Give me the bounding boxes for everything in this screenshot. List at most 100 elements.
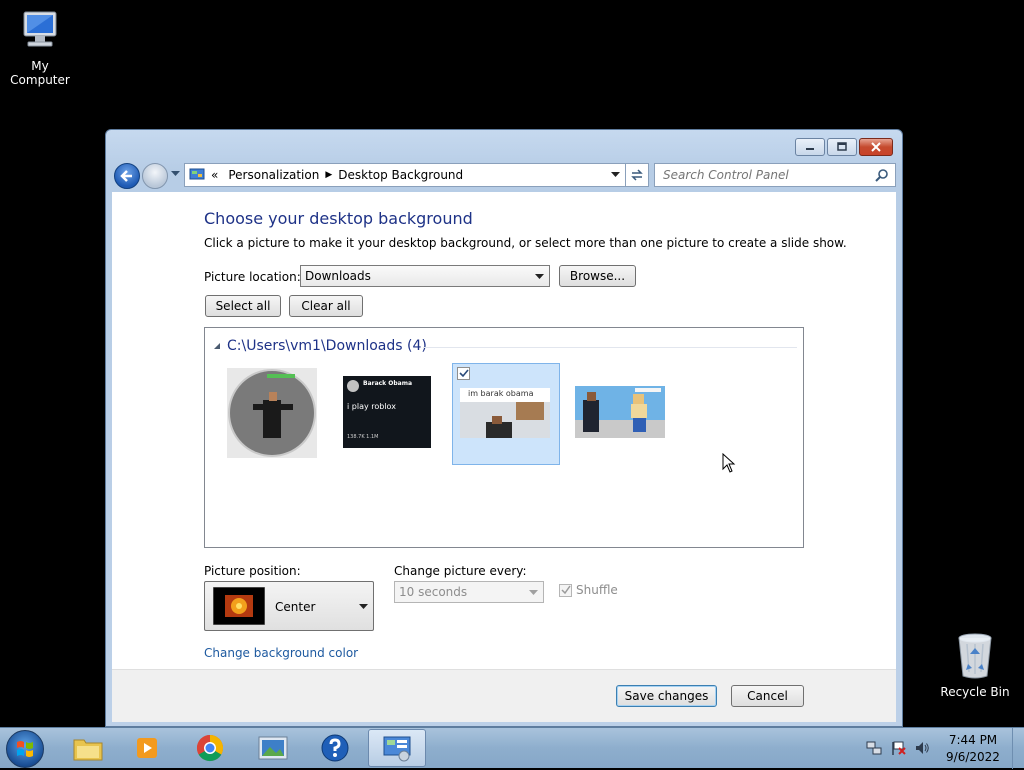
search-input[interactable] xyxy=(661,167,871,183)
refresh-icon xyxy=(631,169,643,181)
minimize-icon xyxy=(806,148,814,150)
taskbar-media-player[interactable] xyxy=(118,729,176,767)
picture-gallery: C:\Users\vm1\Downloads (4) Barack Obama … xyxy=(204,327,804,548)
address-overflow[interactable]: « xyxy=(211,168,218,182)
show-desktop-button[interactable] xyxy=(1012,728,1024,769)
action-center-flag-icon[interactable] xyxy=(890,740,906,756)
navigation-bar: « Personalization ▶ Desktop Background xyxy=(114,162,896,189)
chrome-icon xyxy=(196,734,224,762)
system-tray xyxy=(866,740,930,756)
folder-icon xyxy=(73,739,103,761)
media-player-icon xyxy=(137,738,157,758)
computer-icon xyxy=(23,11,57,47)
browse-button[interactable]: Browse... xyxy=(559,265,636,287)
gallery-group-title: C:\Users\vm1\Downloads (4) xyxy=(227,338,427,354)
photo-viewer-icon xyxy=(258,736,288,760)
taskbar-control-panel[interactable] xyxy=(368,729,426,767)
main-content: Choose your desktop background Click a p… xyxy=(112,192,896,669)
forward-button[interactable] xyxy=(142,163,168,189)
checkmark-icon xyxy=(560,585,571,595)
instructions-text: Click a picture to make it your desktop … xyxy=(204,236,847,250)
help-icon xyxy=(321,734,349,762)
change-picture-every-label: Change picture every: xyxy=(394,564,527,578)
center-position-preview-icon xyxy=(213,587,265,625)
taskbar-photo-viewer[interactable] xyxy=(244,729,302,767)
chevron-down-icon xyxy=(529,590,538,595)
recycle-bin-desktop-icon[interactable]: Recycle Bin xyxy=(935,630,1015,699)
change-picture-every-select[interactable]: 10 seconds xyxy=(394,581,544,603)
recycle-bin-label: Recycle Bin xyxy=(940,685,1010,699)
image-4-thumbnail xyxy=(575,386,665,438)
image-3-thumbnail: im barak obama xyxy=(460,388,550,438)
breadcrumb-desktop-background[interactable]: Desktop Background xyxy=(338,168,463,182)
thumbnail-3-checkbox[interactable] xyxy=(457,367,470,380)
address-bar[interactable]: « Personalization ▶ Desktop Background xyxy=(184,163,627,187)
back-button[interactable] xyxy=(114,163,140,189)
refresh-button[interactable] xyxy=(625,163,649,187)
chevron-down-icon xyxy=(535,274,544,279)
collapse-triangle-icon[interactable] xyxy=(213,342,221,350)
clock-time: 7:44 PM xyxy=(948,733,998,747)
desktop-background-window: « Personalization ▶ Desktop Background C… xyxy=(105,129,903,727)
network-icon[interactable] xyxy=(866,740,882,756)
save-changes-button[interactable]: Save changes xyxy=(616,685,717,707)
my-computer-label: My Computer xyxy=(10,59,70,87)
search-icon[interactable] xyxy=(875,168,889,182)
picture-location-label: Picture location: xyxy=(204,270,301,284)
tweet-author: Barack Obama xyxy=(363,380,413,387)
picture-location-select[interactable]: Downloads xyxy=(300,265,550,287)
shuffle-checkbox[interactable] xyxy=(559,583,572,597)
window-footer: Save changes Cancel xyxy=(112,669,896,722)
change-background-color-link[interactable]: Change background color xyxy=(204,646,358,660)
picture-location-value: Downloads xyxy=(305,269,371,283)
chevron-down-icon xyxy=(359,604,368,609)
clock-date: 9/6/2022 xyxy=(946,750,1000,764)
minimize-button[interactable] xyxy=(795,138,825,156)
volume-icon[interactable] xyxy=(914,740,930,756)
wallpaper-thumbnail-1[interactable] xyxy=(227,368,317,458)
wallpaper-thumbnail-4[interactable] xyxy=(575,386,665,438)
back-arrow-icon xyxy=(120,170,132,182)
shuffle-label: Shuffle xyxy=(576,583,618,597)
windows-logo-icon xyxy=(17,741,33,757)
picture-position-value: Center xyxy=(275,600,316,614)
taskbar-chrome[interactable] xyxy=(181,729,239,767)
breadcrumb-separator-icon[interactable]: ▶ xyxy=(325,170,332,180)
tweet-text: i play roblox xyxy=(347,402,396,411)
close-button[interactable] xyxy=(859,138,893,156)
window-controls xyxy=(795,138,893,156)
image-3-caption: im barak obama xyxy=(468,389,534,398)
taskbar-explorer[interactable] xyxy=(59,729,117,767)
start-button[interactable] xyxy=(6,730,44,768)
cancel-button[interactable]: Cancel xyxy=(731,685,804,707)
picture-position-label: Picture position: xyxy=(204,564,301,578)
shuffle-option[interactable]: Shuffle xyxy=(559,583,618,597)
image-1-thumbnail xyxy=(227,368,317,458)
close-icon xyxy=(871,142,881,152)
wallpaper-thumbnail-2[interactable]: Barack Obama i play roblox 138.7K 1.1M xyxy=(343,376,431,448)
my-computer-desktop-icon[interactable]: My Computer xyxy=(0,6,80,87)
recent-pages-chevron-icon[interactable] xyxy=(171,171,180,177)
tweet-stats: 138.7K 1.1M xyxy=(347,434,379,440)
gallery-group-header[interactable]: C:\Users\vm1\Downloads (4) xyxy=(213,338,427,354)
taskbar: 7:44 PM 9/6/2022 xyxy=(0,727,1024,769)
change-picture-every-value: 10 seconds xyxy=(399,585,468,599)
breadcrumb-personalization[interactable]: Personalization xyxy=(228,168,319,182)
control-panel-icon xyxy=(189,168,205,180)
page-title: Choose your desktop background xyxy=(204,209,473,228)
group-divider xyxy=(423,347,797,348)
wallpaper-thumbnail-3[interactable]: im barak obama xyxy=(452,363,560,465)
clear-all-button[interactable]: Clear all xyxy=(289,295,363,317)
maximize-icon xyxy=(837,142,847,151)
mouse-cursor-icon xyxy=(722,453,736,473)
select-all-button[interactable]: Select all xyxy=(205,295,281,317)
avatar xyxy=(347,380,359,392)
recycle-bin-icon xyxy=(958,633,992,679)
taskbar-help[interactable] xyxy=(306,729,364,767)
picture-position-select[interactable]: Center xyxy=(204,581,374,631)
control-panel-icon xyxy=(383,736,411,762)
maximize-button[interactable] xyxy=(827,138,857,156)
system-clock[interactable]: 7:44 PM 9/6/2022 xyxy=(932,732,1014,766)
address-dropdown-icon[interactable] xyxy=(611,172,620,178)
search-box[interactable] xyxy=(654,163,896,187)
